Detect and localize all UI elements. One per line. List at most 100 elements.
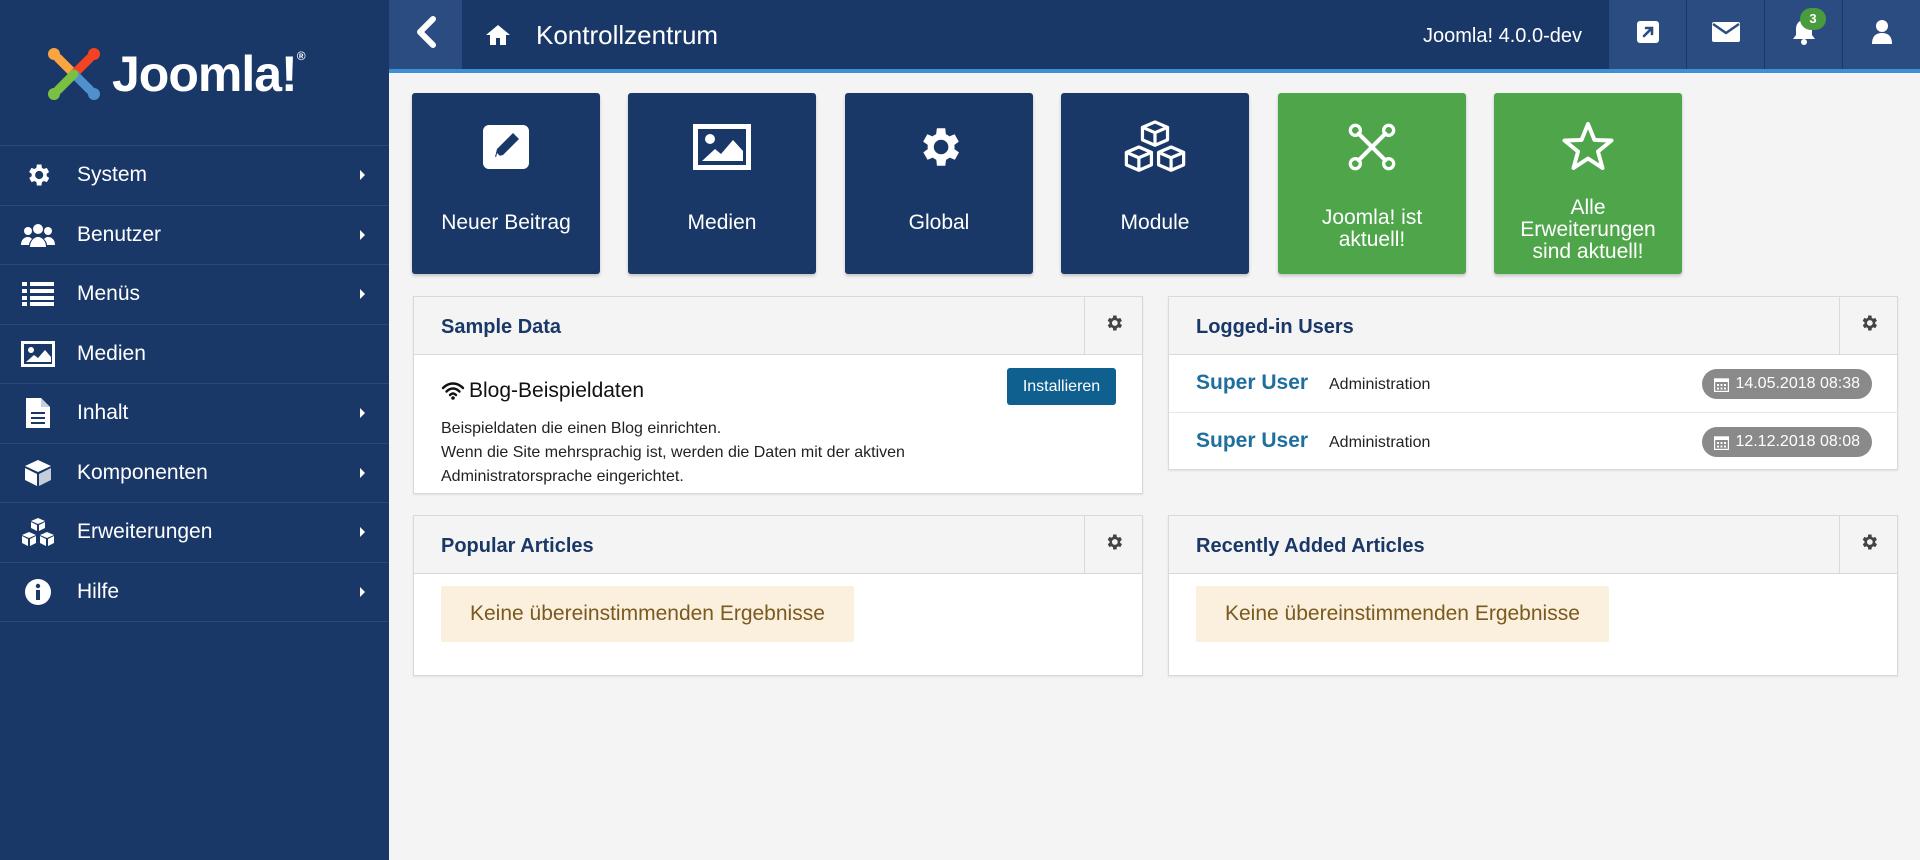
calendar-icon <box>1714 377 1730 392</box>
sidebar-item-komponenten[interactable]: Komponenten <box>0 444 389 503</box>
cube-icon <box>18 458 58 488</box>
caret-right-icon <box>360 170 365 181</box>
quickicon-label: Alle Erweiterungen sind aktuell! <box>1520 196 1656 263</box>
table-row: Super User Administration 14.05.2018 08:… <box>1169 355 1899 412</box>
sidebar-item-label: System <box>77 163 148 187</box>
version-label: Joomla! 4.0.0-dev <box>1423 25 1582 47</box>
gear-icon <box>1104 532 1124 557</box>
view-site-button[interactable] <box>1608 0 1686 69</box>
sidebar-item-label: Erweiterungen <box>77 520 213 544</box>
gear-icon <box>1859 313 1879 338</box>
date-text: 12.12.2018 08:08 <box>1735 433 1860 450</box>
sidebar-item-medien[interactable]: Medien <box>0 325 389 384</box>
module-settings-button[interactable] <box>1084 516 1142 573</box>
no-results-alert: Keine übereinstimmenden Ergebnisse <box>441 586 854 642</box>
quickicon-label: Neuer Beitrag <box>441 210 571 234</box>
sidebar-toggle-button[interactable] <box>389 0 462 69</box>
date-badge: 12.12.2018 08:08 <box>1702 427 1872 457</box>
wifi-icon <box>441 382 465 400</box>
user-name-link[interactable]: Super User <box>1196 429 1308 453</box>
sidebar-item-label: Inhalt <box>77 401 129 425</box>
install-button[interactable]: Installieren <box>1007 368 1116 405</box>
image-icon <box>693 117 751 177</box>
sample-data-item-title: Blog-Beispieldaten <box>469 379 645 402</box>
sidebar-item-label: Menüs <box>77 282 141 306</box>
gear-icon <box>1104 313 1124 338</box>
description-line: Beispieldaten die einen Blog einrichten. <box>441 420 722 437</box>
messages-button[interactable] <box>1686 0 1764 69</box>
caret-right-icon <box>360 467 365 478</box>
caret-right-icon <box>360 289 365 300</box>
sidebar-item-label: Hilfe <box>77 579 120 603</box>
sidebar-item-label: Medien <box>77 341 146 365</box>
quickicon-global[interactable]: Global <box>845 93 1033 274</box>
sidebar-item-erweiterungen[interactable]: Erweiterungen <box>0 503 389 563</box>
sidebar-item-label: Komponenten <box>77 460 208 484</box>
card-header: Logged-in Users <box>1169 297 1897 355</box>
sidebar-item-inhalt[interactable]: Inhalt <box>0 384 389 444</box>
sidebar-item-label: Benutzer <box>77 222 162 246</box>
notifications-button[interactable]: 3 <box>1764 0 1842 69</box>
quickicon-label: Global <box>908 210 970 234</box>
sample-data-item: Blog-Beispieldaten <box>441 379 644 403</box>
user-menu-button[interactable] <box>1842 0 1920 69</box>
quickicon-extensions-update[interactable]: Alle Erweiterungen sind aktuell! <box>1494 93 1682 274</box>
user-icon <box>1871 20 1892 49</box>
module-settings-button[interactable] <box>1084 297 1142 354</box>
calendar-icon <box>1714 435 1730 450</box>
envelope-icon <box>1711 22 1740 47</box>
joomla-icon <box>1347 117 1397 177</box>
logged-in-users-card: Logged-in Users Super User Administratio… <box>1168 296 1899 470</box>
quickicon-modules[interactable]: Module <box>1061 93 1249 274</box>
sidebar-item-menues[interactable]: Menüs <box>0 265 389 325</box>
quickicon-media[interactable]: Medien <box>628 93 816 274</box>
sidebar: Joomla!® System Benutzer Menüs Medien In… <box>0 0 389 860</box>
home-icon <box>485 24 511 51</box>
external-link-icon <box>1636 21 1659 48</box>
table-row: Super User Administration 12.12.2018 08:… <box>1169 412 1899 469</box>
file-icon <box>18 398 58 429</box>
user-name-link[interactable]: Super User <box>1196 371 1308 395</box>
card-title: Sample Data <box>441 316 562 338</box>
quickicon-new-article[interactable]: Neuer Beitrag <box>412 93 600 274</box>
page-title: Kontrollzentrum <box>536 20 719 50</box>
date-text: 14.05.2018 08:38 <box>1735 375 1860 392</box>
card-title: Popular Articles <box>441 535 594 557</box>
info-icon <box>18 577 58 607</box>
module-settings-button[interactable] <box>1839 516 1897 573</box>
no-results-alert: Keine übereinstimmenden Ergebnisse <box>1196 586 1609 642</box>
caret-right-icon <box>360 527 365 538</box>
logo-text: Joomla!® <box>112 46 306 102</box>
sample-data-description: Beispieldaten die einen Blog einrichten.… <box>441 417 1001 489</box>
card-title: Logged-in Users <box>1196 316 1354 338</box>
pencil-square-icon <box>482 117 530 177</box>
caret-right-icon <box>360 408 365 419</box>
card-header: Recently Added Articles <box>1169 516 1897 574</box>
joomla-logo[interactable]: Joomla!® <box>44 44 306 104</box>
sidebar-menu: System Benutzer Menüs Medien Inhalt Komp… <box>0 145 389 622</box>
user-client: Administration <box>1329 376 1431 393</box>
quickicon-label: Medien <box>687 210 757 234</box>
gear-icon <box>914 117 964 177</box>
users-icon <box>18 220 58 250</box>
sidebar-item-system[interactable]: System <box>0 146 389 206</box>
description-line: Wenn die Site mehrsprachig ist, werden d… <box>441 444 905 485</box>
sidebar-item-benutzer[interactable]: Benutzer <box>0 206 389 265</box>
gear-icon <box>1859 532 1879 557</box>
notification-count-badge: 3 <box>1800 8 1826 30</box>
module-settings-button[interactable] <box>1839 297 1897 354</box>
popular-articles-card: Popular Articles Keine übereinstimmenden… <box>413 515 1143 676</box>
quickicon-label: Module <box>1120 210 1190 234</box>
recent-articles-card: Recently Added Articles Keine übereinsti… <box>1168 515 1898 676</box>
cubes-icon <box>1121 117 1189 177</box>
sidebar-item-hilfe[interactable]: Hilfe <box>0 563 389 622</box>
quickicon-joomla-update[interactable]: Joomla! ist aktuell! <box>1278 93 1466 274</box>
caret-right-icon <box>360 229 365 240</box>
chevron-left-icon <box>415 16 437 53</box>
card-header: Sample Data <box>414 297 1142 355</box>
user-client: Administration <box>1329 434 1431 451</box>
gear-icon <box>18 160 58 190</box>
quickicon-label: Joomla! ist aktuell! <box>1321 206 1423 251</box>
card-header: Popular Articles <box>414 516 1142 574</box>
date-badge: 14.05.2018 08:38 <box>1702 369 1872 399</box>
